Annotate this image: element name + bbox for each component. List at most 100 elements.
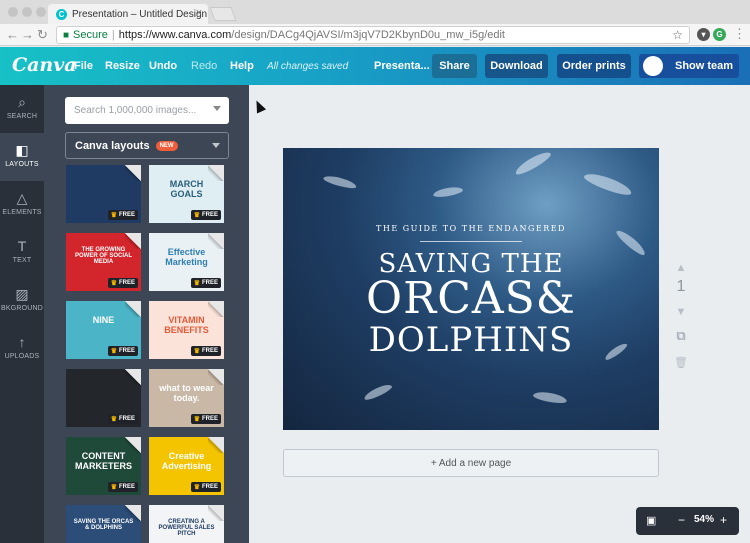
layout-thumbnail[interactable]: CONTENT MARKETERS ♛ FREE — [66, 437, 141, 495]
delete-page-icon[interactable]: 🗑 — [672, 356, 690, 369]
show-team-button[interactable]: Show team — [639, 54, 739, 78]
zoom-out-button[interactable]: − — [678, 513, 685, 527]
search-dropdown-caret-icon[interactable] — [213, 106, 221, 111]
layouts-chevron-down-icon — [212, 143, 220, 148]
rail-uploads-label: UPLOADS — [4, 353, 40, 360]
free-label: FREE — [118, 212, 135, 218]
page-number: 1 — [676, 278, 686, 295]
layout-thumbnail[interactable]: NINE ♛ FREE — [66, 301, 141, 359]
layout-thumbnail[interactable]: ♛ FREE — [66, 165, 141, 223]
window-zoom-dot[interactable] — [36, 7, 46, 17]
layout-thumbnail[interactable]: CREATING A POWERFUL SALES PITCH — [149, 505, 224, 543]
forward-arrow-icon[interactable]: → — [21, 27, 34, 42]
free-badge: ♛ FREE — [190, 482, 221, 492]
move-page-down-icon[interactable]: ▼ — [672, 306, 690, 318]
bookmark-star-icon[interactable]: ☆ — [672, 28, 683, 42]
menu-redo[interactable]: Redo — [191, 60, 217, 72]
save-status: All changes saved — [267, 61, 349, 72]
rail-search[interactable]: ⌕ SEARCH — [0, 85, 44, 133]
window-minimize-dot[interactable] — [22, 7, 32, 17]
menu-help[interactable]: Help — [230, 60, 254, 72]
design-title-line3[interactable]: DOLPHINS — [283, 320, 659, 360]
add-page-button[interactable]: + Add a new page — [283, 449, 659, 477]
layout-thumbnail[interactable]: Effective Marketing ♛ FREE — [149, 233, 224, 291]
image-search-input[interactable]: Search 1,000,000 images... — [65, 97, 229, 124]
free-badge: ♛ FREE — [190, 210, 221, 220]
zoom-in-button[interactable]: + — [720, 513, 727, 527]
rail-background[interactable]: ▨ BKGROUND — [0, 277, 44, 325]
move-page-up-icon[interactable]: ▲ — [672, 262, 690, 274]
secure-label: Secure — [73, 29, 108, 41]
url-domain: https://www.canva.com — [118, 29, 232, 41]
layout-thumbnail-text: Creative Advertising — [161, 451, 212, 471]
new-badge: NEW — [155, 140, 178, 151]
free-label: FREE — [118, 280, 135, 286]
lock-icon: ■ — [63, 29, 70, 41]
fish-shape — [322, 173, 358, 191]
free-badge: ♛ FREE — [190, 278, 221, 288]
layout-thumbnail-text: MARCH GOALS — [169, 179, 204, 199]
canva-logo[interactable]: Canva — [12, 54, 77, 76]
browser-tab[interactable]: C Presentation – Untitled Design × — [48, 4, 208, 24]
free-badge: ♛ FREE — [107, 482, 138, 492]
search-icon: ⌕ — [18, 94, 26, 110]
crown-icon: ♛ — [110, 212, 117, 219]
free-badge: ♛ FREE — [190, 414, 221, 424]
free-badge: ♛ FREE — [107, 278, 138, 288]
document-title[interactable]: Presenta... — [374, 60, 430, 72]
rail-elements[interactable]: △ ELEMENTS — [0, 181, 44, 229]
page-curl-decoration — [125, 301, 141, 317]
layout-thumbnail[interactable]: what to wear today. ♛ FREE — [149, 369, 224, 427]
tab-close-icon[interactable]: × — [196, 7, 202, 19]
layout-thumbnail[interactable]: THE GROWING POWER OF SOCIAL MEDIA ♛ FREE — [66, 233, 141, 291]
layout-thumbnail[interactable]: SAVING THE ORCAS & DOLPHINS — [66, 505, 141, 543]
page-curl-decoration — [125, 233, 141, 249]
url-field[interactable]: ■ Secure | https://www.canva.com /design… — [56, 26, 690, 44]
pocket-extension-icon[interactable]: ▾ — [697, 28, 710, 41]
page-curl-decoration — [208, 505, 224, 521]
grammarly-extension-icon[interactable]: G — [713, 28, 726, 41]
reload-icon[interactable]: ↻ — [37, 27, 48, 43]
layout-thumbnail[interactable]: Creative Advertising ♛ FREE — [149, 437, 224, 495]
crown-icon: ♛ — [193, 212, 200, 219]
order-prints-button[interactable]: Order prints — [557, 54, 631, 78]
feedback-icon[interactable]: ▣ — [646, 514, 656, 527]
duplicate-page-icon[interactable]: ⧉ — [672, 328, 690, 344]
design-subtitle[interactable]: THE GUIDE TO THE ENDANGERED — [283, 224, 659, 233]
rail-text[interactable]: T TEXT — [0, 229, 44, 277]
rail-layouts[interactable]: ◧ LAYOUTS — [0, 133, 44, 181]
layout-thumbnail[interactable]: VITAMIN BENEFITS ♛ FREE — [149, 301, 224, 359]
background-icon: ▨ — [15, 286, 29, 302]
rail-elements-label: ELEMENTS — [2, 209, 42, 216]
tab-title: Presentation – Untitled Design — [72, 8, 208, 20]
download-button[interactable]: Download — [485, 54, 548, 78]
text-icon: T — [17, 238, 27, 254]
fish-shape — [513, 148, 553, 178]
crown-icon: ♛ — [110, 348, 117, 355]
design-title-line2[interactable]: ORCAS& — [283, 273, 659, 324]
free-badge: ♛ FREE — [107, 346, 138, 356]
address-bar-row: ← → ↻ ■ Secure | https://www.canva.com /… — [0, 24, 750, 46]
design-page[interactable]: THE GUIDE TO THE ENDANGERED SAVING THE O… — [283, 148, 659, 430]
page-curl-decoration — [208, 369, 224, 385]
crown-icon: ♛ — [110, 416, 117, 423]
menu-resize[interactable]: Resize — [105, 60, 140, 72]
rail-uploads[interactable]: ↑ UPLOADS — [0, 325, 44, 373]
share-button[interactable]: Share — [432, 54, 477, 78]
url-separator: | — [111, 29, 115, 41]
browser-menu-icon[interactable]: ⋮ — [733, 26, 746, 42]
window-close-dot[interactable] — [8, 7, 18, 17]
layouts-dropdown[interactable]: Canva layouts NEW — [65, 132, 229, 159]
new-tab-button[interactable] — [209, 7, 237, 21]
layout-thumbnail[interactable]: MARCH GOALS ♛ FREE — [149, 165, 224, 223]
page-curl-decoration — [208, 437, 224, 453]
zoom-level[interactable]: 54% — [694, 514, 714, 525]
rail-layouts-label: LAYOUTS — [5, 161, 39, 168]
back-arrow-icon[interactable]: ← — [6, 27, 19, 42]
fish-shape — [362, 382, 394, 402]
layout-thumbnail[interactable]: ♛ FREE — [66, 369, 141, 427]
rail-text-label: TEXT — [12, 257, 32, 264]
menu-file[interactable]: File — [74, 60, 93, 72]
fish-shape — [532, 390, 568, 405]
menu-undo[interactable]: Undo — [149, 60, 177, 72]
